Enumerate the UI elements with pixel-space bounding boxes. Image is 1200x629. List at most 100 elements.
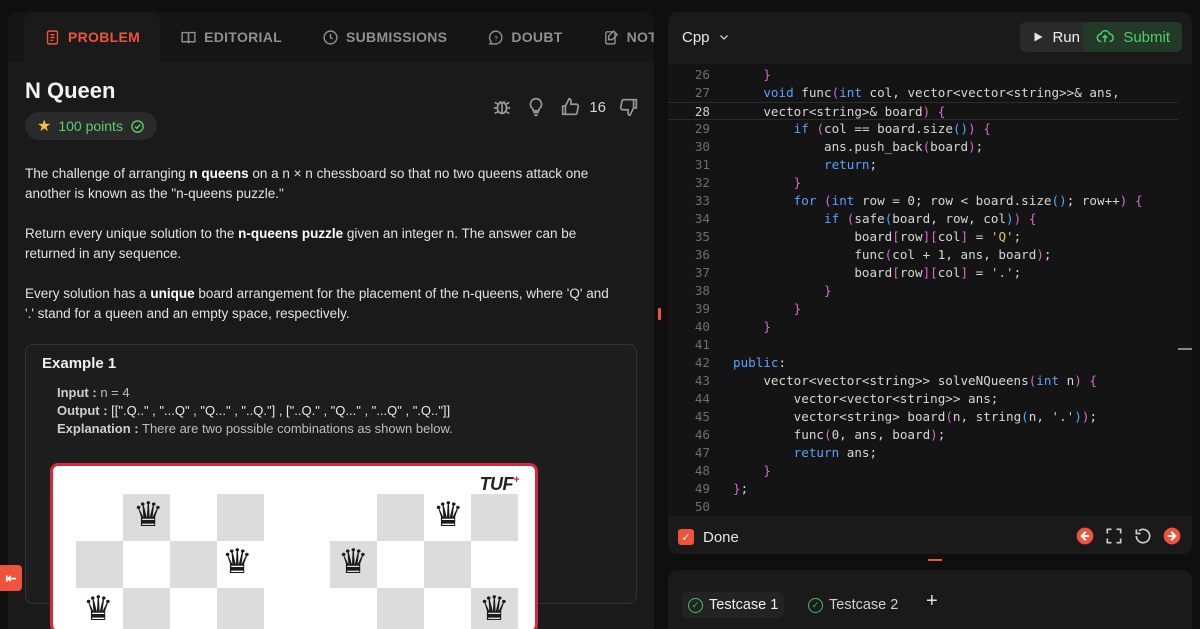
explanation-label: Explanation : — [57, 421, 139, 436]
vertical-resize-handle[interactable] — [658, 308, 661, 320]
code-text: vector<string>& board) { — [733, 104, 946, 119]
queen-icon: ♛ — [133, 495, 164, 535]
testcase-label: Testcase 1 — [709, 597, 779, 613]
bug-icon[interactable] — [491, 96, 513, 118]
code-text: func(0, ans, board); — [733, 427, 946, 442]
tab-doubt[interactable]: ? DOUBT — [467, 12, 582, 62]
code-text: board[row][col] = 'Q'; — [733, 229, 1022, 244]
code-line[interactable]: 48 } — [668, 462, 1178, 480]
code-line[interactable]: 40 } — [668, 318, 1178, 336]
line-number: 46 — [694, 427, 710, 442]
code-line[interactable]: 41 — [668, 336, 1178, 354]
code-text: board[row][col] = '.'; — [733, 265, 1022, 280]
code-text: if (col == board.size()) { — [793, 121, 991, 136]
horizontal-resize-handle[interactable] — [928, 559, 942, 561]
line-number: 29 — [694, 121, 710, 136]
line-number: 33 — [694, 193, 710, 208]
code-line[interactable]: 34 if (safe(board, row, col)) { — [668, 210, 1178, 228]
code-line[interactable]: 26 } — [668, 66, 1178, 84]
fullscreen-icon[interactable] — [1104, 526, 1124, 546]
code-area[interactable]: 26 } 27 void func(int col, vector<vector<… — [668, 64, 1192, 516]
tab-problem[interactable]: PROBLEM — [24, 12, 161, 62]
output-label: Output : — [57, 403, 108, 418]
code-line[interactable]: 38 } — [668, 282, 1178, 300]
code-line[interactable]: 27 void func(int col, vector<vector<stri… — [668, 84, 1178, 102]
tab-notes[interactable]: NOTES — [583, 12, 654, 62]
code-text: }; — [733, 481, 749, 496]
code-text: vector<vector<string>> ans; — [733, 391, 999, 406]
code-line[interactable]: 45 vector<string> board(n, string(n, '.'… — [668, 408, 1178, 426]
arrow-right-icon[interactable] — [1162, 526, 1182, 546]
queen-icon: ♛ — [222, 542, 253, 582]
language-select[interactable]: Cpp — [682, 29, 730, 46]
code-line[interactable]: 37 board[row][col] = '.'; — [668, 264, 1178, 282]
code-line[interactable]: 42 public: — [668, 354, 1178, 372]
code-line[interactable]: 31 return; — [668, 156, 1178, 174]
code-text: } — [793, 301, 802, 316]
code-line[interactable]: 36 func(col + 1, ans, board); — [668, 246, 1178, 264]
tab-editorial[interactable]: EDITORIAL — [160, 12, 302, 62]
line-number: 27 — [694, 85, 710, 100]
thumbs-down-icon[interactable] — [618, 96, 640, 118]
done-label: Done — [703, 528, 739, 546]
line-number: 47 — [694, 445, 710, 460]
code-line[interactable]: 49}; — [668, 480, 1178, 498]
problem-description: The challenge of arranging n queens on a… — [25, 164, 615, 324]
problem-tabs: PROBLEM EDITORIAL SUBMISSIONS ? DOUBT NO… — [8, 12, 654, 62]
line-number: 30 — [694, 139, 710, 154]
done-checkbox[interactable]: ✓ — [678, 529, 694, 545]
code-line[interactable]: 44 vector<vector<string>> ans; — [668, 390, 1178, 408]
collapse-panel-button[interactable]: ⇤ — [0, 565, 22, 591]
line-number: 37 — [694, 265, 710, 280]
line-number: 41 — [694, 337, 710, 352]
lightbulb-icon[interactable] — [525, 96, 547, 118]
line-number: 31 — [694, 157, 710, 172]
code-line[interactable]: 33 for (int row = 0; row < board.size();… — [668, 192, 1178, 210]
example-board-image: TUF+ ♛ ♛ ♛ ♛ ♛ ♛ — [50, 463, 538, 629]
code-line[interactable]: 47 return ans; — [668, 444, 1178, 462]
line-number: 49 — [694, 481, 710, 496]
line-number: 36 — [694, 247, 710, 262]
code-line[interactable]: 28 vector<string>& board) { — [668, 102, 1178, 120]
language-label: Cpp — [682, 28, 710, 46]
clock-icon — [323, 29, 338, 45]
run-button[interactable]: Run — [1020, 22, 1092, 52]
code-line[interactable]: 46 func(0, ans, board); — [668, 426, 1178, 444]
code-line[interactable]: 32 } — [668, 174, 1178, 192]
code-text: ans.push_back(board); — [733, 139, 984, 154]
code-text: } — [763, 463, 771, 478]
star-icon: ★ — [37, 118, 52, 135]
queen-icon: ♛ — [83, 589, 114, 629]
thumbs-up-icon[interactable] — [559, 96, 581, 118]
code-text: return; — [824, 157, 878, 172]
input-label: Input : — [57, 385, 97, 400]
code-text: void func(int col, vector<vector<string>… — [763, 85, 1120, 100]
tab-testcase-2[interactable]: ✓ Testcase 2 — [804, 592, 902, 618]
code-text: return ans; — [793, 445, 878, 460]
line-number: 50 — [694, 499, 710, 514]
code-line[interactable]: 30 ans.push_back(board); — [668, 138, 1178, 156]
tab-submissions[interactable]: SUBMISSIONS — [302, 12, 467, 62]
code-text: } — [793, 175, 802, 190]
editor-footer-actions — [1075, 526, 1182, 546]
tab-testcase-1[interactable]: ✓ Testcase 1 — [682, 592, 785, 618]
reset-icon[interactable] — [1133, 526, 1153, 546]
check-icon: ✓ — [681, 531, 691, 544]
queen-icon: ♛ — [433, 495, 464, 535]
code-line[interactable]: 43 vector<vector<string>> solveNQueens(i… — [668, 372, 1178, 390]
tuf-logo: TUF+ — [479, 474, 520, 494]
code-line[interactable]: 39 } — [668, 300, 1178, 318]
submit-button[interactable]: Submit — [1083, 22, 1182, 52]
problem-panel: PROBLEM EDITORIAL SUBMISSIONS ? DOUBT NO… — [8, 12, 654, 629]
code-text: } — [824, 283, 832, 298]
tab-label: NOTES — [626, 29, 654, 45]
code-line[interactable]: 50 — [668, 498, 1178, 516]
check-circle-icon — [131, 119, 144, 133]
code-line[interactable]: 35 board[row][col] = 'Q'; — [668, 228, 1178, 246]
arrow-left-icon[interactable] — [1075, 526, 1095, 546]
line-number: 48 — [694, 463, 710, 478]
description-paragraph: The challenge of arranging n queens on a… — [25, 166, 589, 201]
scrollbar-marker[interactable] — [1178, 348, 1192, 350]
code-line[interactable]: 29 if (col == board.size()) { — [668, 120, 1178, 138]
add-testcase-button[interactable]: + — [926, 590, 938, 613]
